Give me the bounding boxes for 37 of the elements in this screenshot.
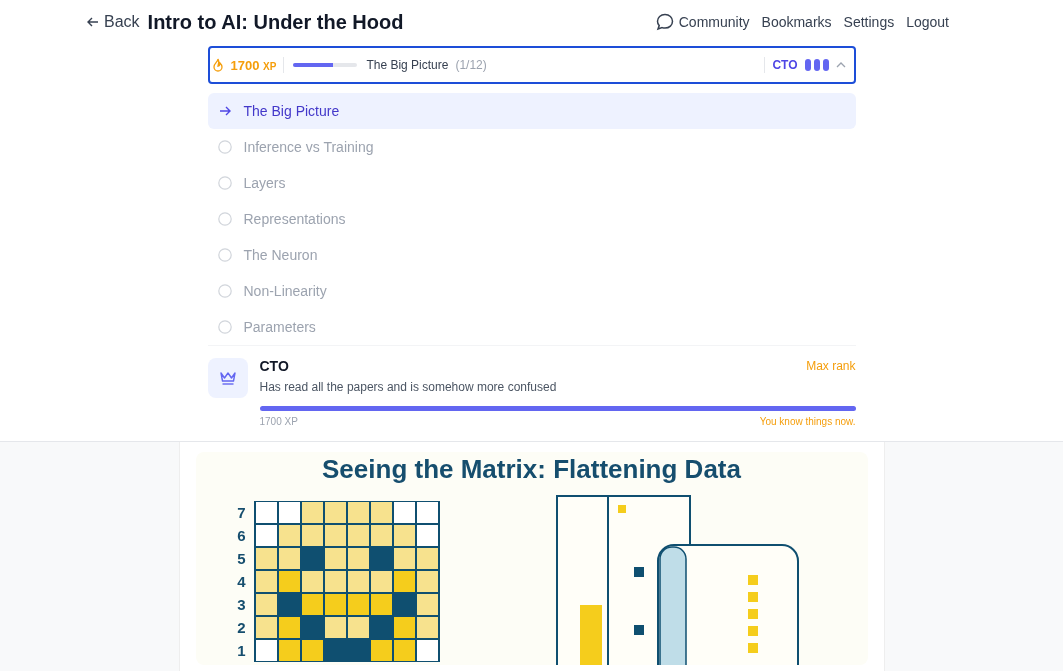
progress-dropdown[interactable]: 1700 XP The Big Picture (1/12) CTO — [207, 46, 856, 84]
rank-bars-icon — [804, 59, 829, 71]
rank-label: CTO — [772, 58, 798, 72]
nav-link[interactable]: Settings — [843, 12, 895, 32]
crown-icon — [218, 370, 237, 386]
rank-description: Has read all the papers and is somehow more confused — [259, 380, 558, 394]
nav-link[interactable]: Logout — [906, 12, 949, 32]
row-label: 7 — [236, 504, 246, 521]
nav-link[interactable]: Community — [654, 12, 750, 32]
flame-icon — [211, 58, 224, 72]
row-label: 2 — [236, 619, 246, 636]
lesson-count: (1/12) — [455, 58, 487, 72]
rank-message: You know things now. — [759, 416, 856, 427]
row-label: 4 — [236, 573, 246, 590]
rank-status: Max rank — [806, 359, 856, 373]
illustration-title: Seeing the Matrix: Flattening Data — [321, 453, 742, 485]
left-arrow-icon — [86, 15, 100, 29]
back-link[interactable]: Back — [86, 13, 140, 31]
rank-title: CTO — [259, 358, 289, 374]
xp-total: 1700 XP — [259, 416, 298, 427]
circle-icon — [217, 176, 232, 190]
row-label: 3 — [236, 596, 246, 613]
chat-bubble-icon — [654, 12, 675, 32]
row-label: 5 — [236, 550, 246, 567]
nav-link[interactable]: Bookmarks — [761, 12, 832, 32]
row-label: 6 — [236, 527, 246, 544]
row-label: 1 — [236, 642, 246, 659]
circle-icon — [217, 284, 232, 298]
circle-icon — [217, 212, 232, 226]
xp-count: 1700 XP — [230, 57, 277, 73]
circle-icon — [217, 248, 232, 262]
course-title: Intro to AI: Under the Hood — [147, 10, 404, 34]
lesson-item[interactable]: The Big Picture — [207, 93, 856, 129]
circle-icon — [217, 320, 232, 334]
right-arrow-icon — [217, 104, 232, 118]
circle-icon — [217, 140, 232, 154]
current-lesson: The Big Picture — [366, 58, 449, 72]
